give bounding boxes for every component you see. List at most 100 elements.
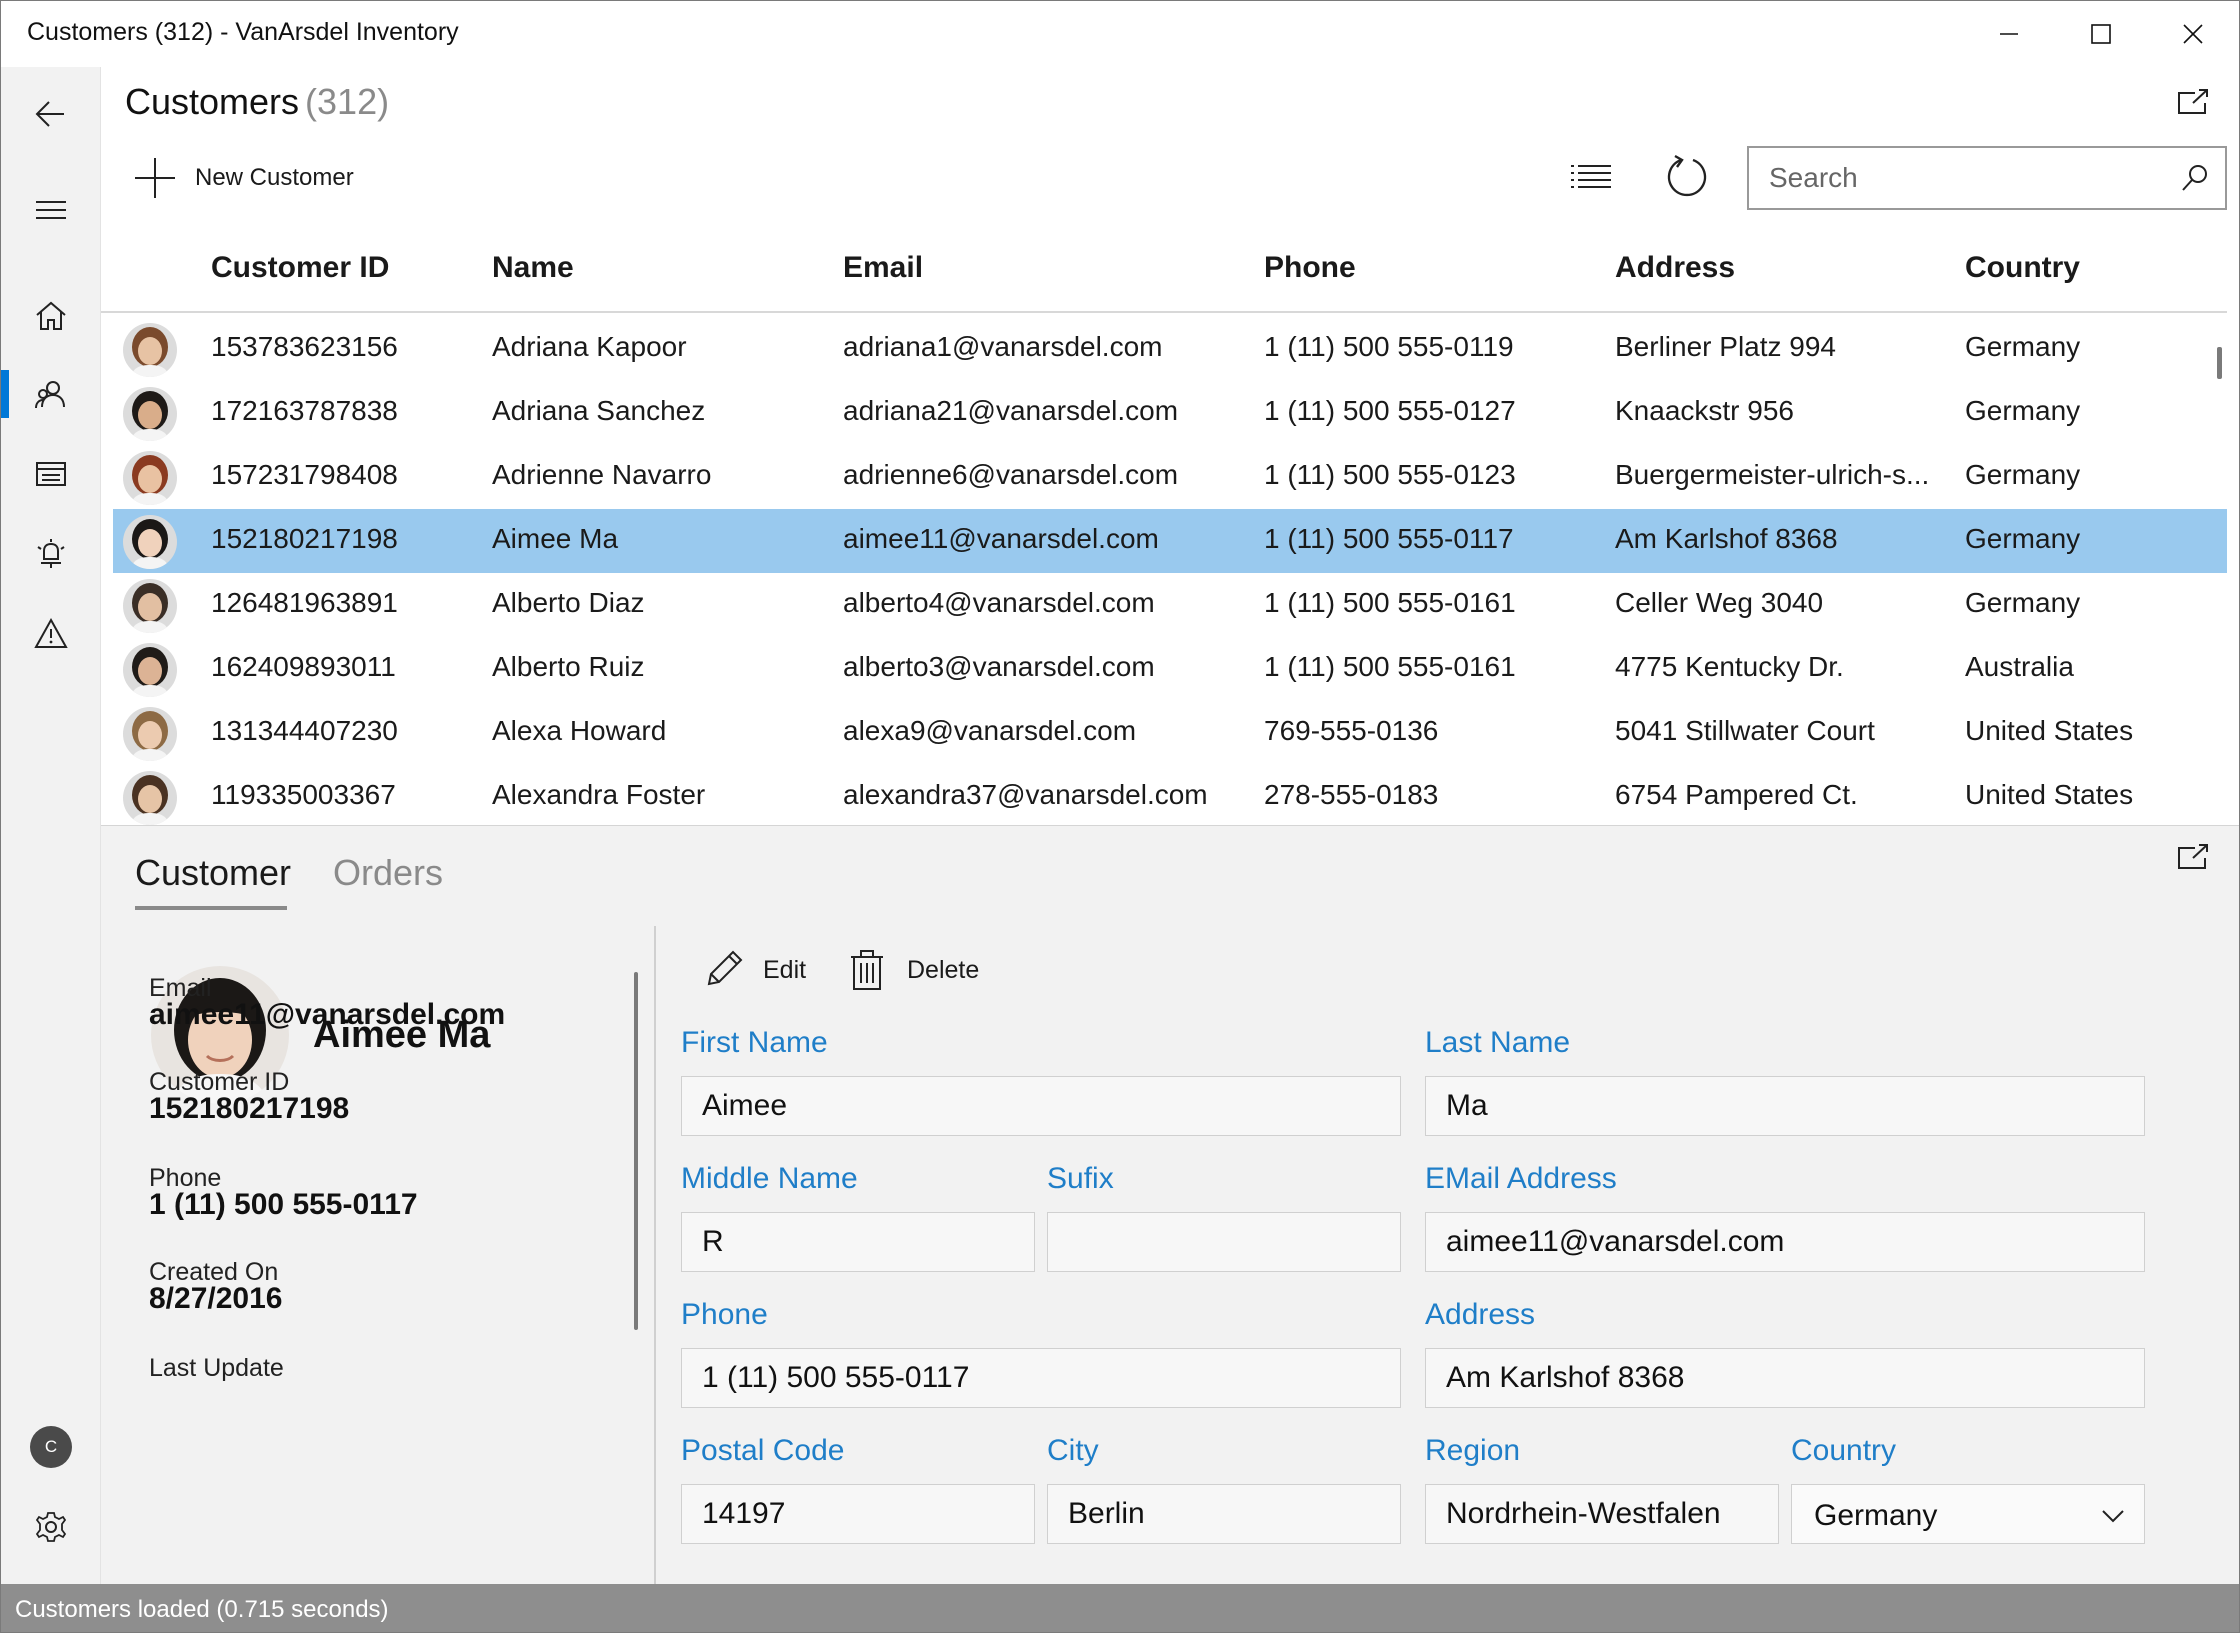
- refresh-icon: [1667, 154, 1707, 197]
- status-bar: Customers loaded (0.715 seconds): [1, 1584, 2239, 1632]
- user-button[interactable]: C: [1, 1410, 101, 1484]
- details-open-in-new-window-button[interactable]: [2173, 840, 2213, 874]
- postal-code-field[interactable]: 14197: [681, 1484, 1035, 1544]
- city-value: Berlin: [1068, 1497, 1145, 1530]
- nav-item-customers[interactable]: [1, 357, 101, 431]
- phone-field[interactable]: 1 (11) 500 555-0117: [681, 1348, 1401, 1408]
- home-icon: [36, 301, 66, 330]
- warning-icon: [34, 617, 68, 648]
- cell-address: Am Karlshof 8368: [1615, 523, 1838, 554]
- grid-scrollbar[interactable]: [2217, 347, 2222, 379]
- minimize-button[interactable]: [1963, 1, 2055, 67]
- new-customer-button[interactable]: New Customer: [133, 153, 354, 203]
- search-icon[interactable]: [2179, 162, 2211, 194]
- last-name-value: Ma: [1446, 1089, 1488, 1122]
- cell-address: 4775 Kentucky Dr.: [1615, 651, 1844, 682]
- column-header-address[interactable]: Address: [1615, 251, 1735, 285]
- suffix-label: Sufix: [1047, 1162, 1114, 1195]
- cell-id: 119335003367: [211, 779, 396, 810]
- page-title: Customers (312): [125, 81, 389, 123]
- last-name-label: Last Name: [1425, 1026, 1571, 1059]
- avatar: [123, 387, 177, 441]
- cell-country: Germany: [1965, 587, 2081, 618]
- column-header-phone[interactable]: Phone: [1264, 251, 1356, 285]
- close-button[interactable]: [2147, 1, 2239, 67]
- list-view-button[interactable]: [1563, 150, 1619, 206]
- cell-email: alberto4@vanarsdel.com: [843, 587, 1155, 618]
- nav-item-home[interactable]: [1, 279, 101, 353]
- refresh-button[interactable]: [1659, 150, 1715, 206]
- avatar: [123, 451, 177, 505]
- middle-name-label: Middle Name: [681, 1162, 858, 1195]
- address-field[interactable]: Am Karlshof 8368: [1425, 1348, 2145, 1408]
- tab-customer[interactable]: Customer: [135, 852, 291, 894]
- window-title: Customers (312) - VanArsdel Inventory: [27, 18, 459, 46]
- search-input[interactable]: [1749, 148, 2159, 208]
- profile-scrollbar[interactable]: [634, 972, 638, 1330]
- phone-label: Phone: [681, 1298, 768, 1331]
- grid-header: Customer ID Name Email Phone Address Cou…: [101, 233, 2227, 313]
- app-window: Customers (312) - VanArsdel Inventory C …: [0, 0, 2240, 1633]
- city-field[interactable]: Berlin: [1047, 1484, 1401, 1544]
- cell-name: Alberto Diaz: [492, 587, 645, 618]
- cell-country: United States: [1965, 779, 2134, 810]
- maximize-button[interactable]: [2055, 1, 2147, 67]
- nav-item-warnings[interactable]: [1, 597, 101, 671]
- tab-selected-indicator: [135, 906, 287, 910]
- suffix-field[interactable]: [1047, 1212, 1401, 1272]
- column-header-country[interactable]: Country: [1965, 251, 2080, 285]
- email-address-field[interactable]: aimee11@vanarsdel.com: [1425, 1212, 2145, 1272]
- first-name-value: Aimee: [702, 1089, 788, 1122]
- menu-button[interactable]: [1, 173, 101, 247]
- nav-item-orders[interactable]: [1, 437, 101, 511]
- column-header-customer-id[interactable]: Customer ID: [211, 251, 389, 285]
- cell-phone: 1 (11) 500 555-0117: [1264, 523, 1514, 554]
- search-box[interactable]: [1747, 146, 2227, 210]
- cell-country: Australia: [1965, 651, 2074, 682]
- country-selected-value: Germany: [1814, 1499, 1938, 1532]
- table-row[interactable]: 119335003367 Alexandra Foster alexandra37@…: [113, 765, 2227, 825]
- open-in-new-window-button[interactable]: [2173, 85, 2213, 119]
- table-row[interactable]: 153783623156 Adriana Kapoor adriana1@vanar…: [113, 317, 2227, 381]
- cell-country: Germany: [1965, 331, 2081, 362]
- last-name-field[interactable]: Ma: [1425, 1076, 2145, 1136]
- phone-value: 1 (11) 500 555-0117: [702, 1361, 970, 1394]
- region-field[interactable]: Nordrhein-Westfalen: [1425, 1484, 1779, 1544]
- cell-id: 162409893011: [211, 651, 396, 682]
- title-bar: Customers (312) - VanArsdel Inventory: [1, 1, 2239, 67]
- column-header-name[interactable]: Name: [492, 251, 574, 285]
- cell-email: alberto3@vanarsdel.com: [843, 651, 1155, 682]
- profile-email-value: aimee11@vanarsdel.com: [149, 998, 506, 1031]
- table-row[interactable]: 162409893011 Alberto Ruiz alberto3@vanarsd…: [113, 637, 2227, 701]
- table-row[interactable]: 152180217198 Aimee Ma aimee11@vanarsdel.co…: [113, 509, 2227, 573]
- settings-button[interactable]: [1, 1490, 101, 1564]
- back-button[interactable]: [1, 77, 101, 151]
- first-name-field[interactable]: Aimee: [681, 1076, 1401, 1136]
- cell-phone: 1 (11) 500 555-0119: [1264, 331, 1514, 362]
- cell-id: 157231798408: [211, 459, 398, 490]
- tab-orders[interactable]: Orders: [333, 852, 443, 894]
- table-row[interactable]: 172163787838 Adriana Sanchez adriana21@van…: [113, 381, 2227, 445]
- table-row[interactable]: 126481963891 Alberto Diaz alberto4@vanarsd…: [113, 573, 2227, 637]
- page-title-text: Customers: [125, 81, 300, 122]
- country-dropdown[interactable]: Germany: [1791, 1484, 2145, 1544]
- cell-address: Knaackstr 956: [1615, 395, 1794, 426]
- edit-label: Edit: [763, 955, 807, 984]
- delete-button[interactable]: Delete: [845, 942, 979, 998]
- nav-item-activity-log[interactable]: [1, 517, 101, 591]
- cell-address: Berliner Platz 994: [1615, 331, 1837, 362]
- edit-button[interactable]: Edit: [701, 942, 806, 998]
- activity-log-icon: [37, 539, 65, 568]
- postal-code-label: Postal Code: [681, 1434, 845, 1467]
- profile-phone-value: 1 (11) 500 555-0117: [149, 1188, 418, 1221]
- avatar: [123, 323, 177, 377]
- middle-name-field[interactable]: R: [681, 1212, 1035, 1272]
- cell-id: 152180217198: [211, 523, 398, 554]
- table-row[interactable]: 131344407230 Alexa Howard alexa9@vanarsdel…: [113, 701, 2227, 765]
- user-avatar: C: [30, 1426, 72, 1468]
- plus-icon: [135, 158, 175, 198]
- table-row[interactable]: 157231798408 Adrienne Navarro adrienne6@va…: [113, 445, 2227, 509]
- cell-name: Alexa Howard: [492, 715, 667, 746]
- column-header-email[interactable]: Email: [843, 251, 923, 285]
- grid-body: 153783623156 Adriana Kapoor adriana1@vanar…: [113, 315, 2227, 825]
